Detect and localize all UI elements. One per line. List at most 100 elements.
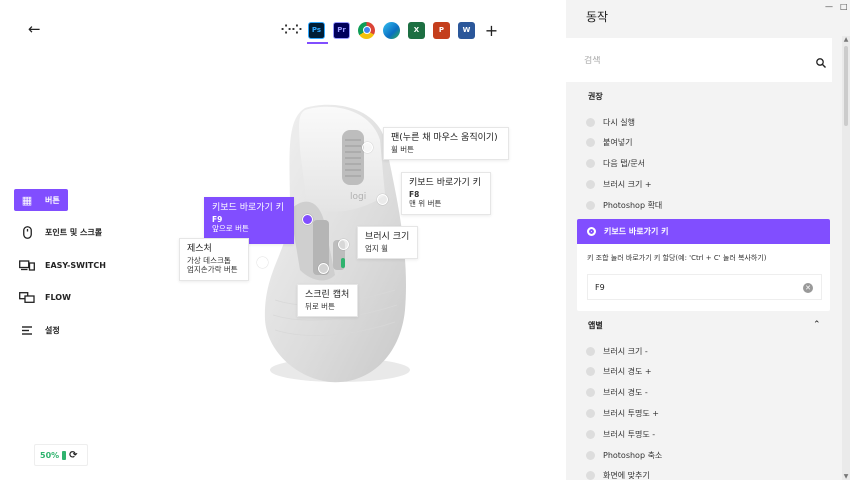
action-option[interactable]: 브러시 투명도 -: [586, 429, 655, 440]
option-label: Photoshop 확대: [603, 201, 663, 210]
callout-sub: 엄지 휠: [365, 243, 389, 253]
action-option[interactable]: 브러시 크기 -: [586, 346, 648, 357]
photoshop-app-icon[interactable]: Ps: [307, 21, 328, 44]
action-option[interactable]: Photoshop 확대: [586, 200, 662, 211]
shortcut-key-field[interactable]: F9 ✕: [587, 274, 822, 300]
callout-forward-button[interactable]: 키보드 바로가기 키 F9 앞으로 버튼: [204, 197, 294, 244]
word-app-icon[interactable]: W: [458, 21, 475, 39]
callout-top-button[interactable]: 키보드 바로가기 키 F8 맨 위 버튼: [401, 172, 491, 216]
chrome-app-icon[interactable]: [358, 21, 375, 39]
hotspot-wheel[interactable]: [362, 142, 373, 153]
premiere-app-icon[interactable]: Pr: [333, 21, 350, 39]
action-option[interactable]: 브러시 경도 -: [586, 387, 648, 398]
selected-action-option[interactable]: 키보드 바로가기 키: [577, 219, 830, 244]
recommended-header: 권장: [588, 92, 603, 101]
radio-icon: [586, 471, 595, 480]
option-label: 화면에 맞추기: [603, 471, 650, 480]
search-icon[interactable]: [816, 58, 826, 71]
selected-action-description: 키 조합 눌러 바로가기 키 할당(예: 'Ctrl + C' 눌러 복사하기): [587, 254, 767, 262]
app-specific-header: 앱별: [588, 321, 603, 330]
add-app-icon[interactable]: +: [483, 21, 500, 40]
excel-app-icon[interactable]: X: [408, 21, 425, 39]
hotspot-gesture[interactable]: [257, 257, 268, 268]
all-apps-icon[interactable]: ⁘⁘: [281, 22, 303, 39]
option-label: 브러시 크기 +: [603, 180, 652, 189]
option-label: 다음 탭/문서: [603, 159, 646, 168]
radio-icon: [586, 159, 595, 168]
clear-icon[interactable]: ✕: [803, 283, 813, 293]
actions-panel: 동작 — □ 권장 다시 실행 붙여넣기 다음 탭/문서 브러시 크기 + Ph…: [566, 0, 850, 480]
callout-title: 브러시 크기: [365, 232, 410, 242]
search-input[interactable]: [584, 56, 804, 66]
nav-item-settings[interactable]: 설정: [14, 319, 134, 341]
radio-icon: [586, 451, 595, 460]
option-label: Photoshop 축소: [603, 451, 663, 460]
main-area: ← ⁘⁘ Ps Pr X P W + ▦ 버튼 포인트 및 스크롤 EASY-S…: [0, 0, 566, 480]
sidebar-nav: ▦ 버튼 포인트 및 스크롤 EASY-SWITCH FLOW 설정: [14, 189, 134, 352]
nav-label: 설정: [45, 325, 60, 335]
scroll-up-icon[interactable]: ▲: [842, 36, 850, 43]
action-option[interactable]: 붙여넣기: [586, 137, 632, 148]
edge-app-icon[interactable]: [383, 21, 400, 39]
callout-thumb-wheel[interactable]: 브러시 크기 엄지 휠: [357, 226, 418, 260]
radio-icon: [586, 347, 595, 356]
minimize-icon[interactable]: —: [825, 2, 833, 11]
nav-item-flow[interactable]: FLOW: [14, 287, 134, 309]
svg-text:logi: logi: [350, 192, 366, 202]
shortcut-key-value: F9: [595, 282, 605, 292]
panel-title: 동작: [586, 10, 609, 24]
buttons-icon: ▦: [21, 193, 33, 207]
scrollbar-thumb[interactable]: [844, 46, 848, 126]
nav-label: EASY-SWITCH: [45, 260, 106, 270]
radio-icon: [586, 138, 595, 147]
action-option[interactable]: 다음 탭/문서: [586, 158, 645, 169]
hotspot-back[interactable]: [318, 263, 329, 274]
selected-action-label: 키보드 바로가기 키: [604, 227, 669, 236]
connection-icon: ⟳: [69, 449, 78, 461]
callout-title: 스크린 캡처: [305, 290, 350, 300]
nav-item-point-scroll[interactable]: 포인트 및 스크롤: [14, 222, 134, 244]
easy-switch-icon: [18, 258, 36, 272]
scroll-down-icon[interactable]: ▼: [842, 473, 850, 480]
battery-icon: [62, 450, 67, 460]
option-label: 브러시 크기 -: [603, 347, 648, 356]
action-option[interactable]: 브러시 투명도 +: [586, 408, 659, 419]
action-option[interactable]: Photoshop 축소: [586, 450, 662, 461]
hotspot-forward[interactable]: [302, 214, 313, 225]
callout-key: F8: [409, 189, 420, 199]
callout-key: F9: [212, 214, 223, 224]
nav-label: 포인트 및 스크롤: [45, 228, 103, 237]
action-option[interactable]: 브러시 크기 +: [586, 179, 652, 190]
callout-sub: 가상 데스크톱: [187, 255, 231, 265]
flow-icon: [18, 291, 36, 305]
callout-sub: 맨 위 버튼: [409, 199, 442, 209]
maximize-icon[interactable]: □: [840, 2, 848, 11]
callout-back-button[interactable]: 스크린 캡처 뒤로 버튼: [297, 284, 358, 318]
callout-title: 키보드 바로가기 키: [409, 178, 481, 188]
option-label: 붙여넣기: [603, 138, 633, 147]
battery-percent: 50%: [40, 450, 60, 460]
action-option[interactable]: 화면에 맞추기: [586, 470, 650, 480]
radio-icon: [586, 118, 595, 127]
selected-action-card: 키보드 바로가기 키 키 조합 눌러 바로가기 키 할당(예: 'Ctrl + …: [577, 219, 830, 311]
action-option[interactable]: 브러시 경도 +: [586, 366, 652, 377]
nav-item-easy-switch[interactable]: EASY-SWITCH: [14, 254, 134, 276]
nav-label: FLOW: [45, 293, 71, 302]
app-specific-section[interactable]: 앱별 ⌃: [566, 311, 832, 343]
radio-selected-icon: [587, 227, 596, 236]
radio-icon: [586, 409, 595, 418]
hotspot-top[interactable]: [377, 194, 388, 205]
back-arrow-icon[interactable]: ←: [28, 20, 46, 38]
powerpoint-app-icon[interactable]: P: [433, 21, 450, 39]
callout-title: 제스처: [187, 244, 212, 254]
radio-icon: [586, 388, 595, 397]
callout-gesture-button[interactable]: 제스처 가상 데스크톱 엄지손가락 버튼: [179, 238, 249, 282]
hotspot-thumbwheel[interactable]: [338, 239, 349, 250]
panel-scrollbar[interactable]: ▲ ▼: [842, 36, 850, 480]
mouse-icon: [18, 226, 36, 240]
callout-wheel-button[interactable]: 팬(누른 채 마우스 움직이기) 휠 버튼: [383, 127, 509, 161]
action-option[interactable]: 다시 실행: [586, 117, 635, 128]
nav-item-buttons[interactable]: ▦ 버튼: [14, 189, 68, 211]
chevron-up-icon[interactable]: ⌃: [813, 320, 821, 330]
callout-sub: 뒤로 버튼: [305, 301, 335, 311]
